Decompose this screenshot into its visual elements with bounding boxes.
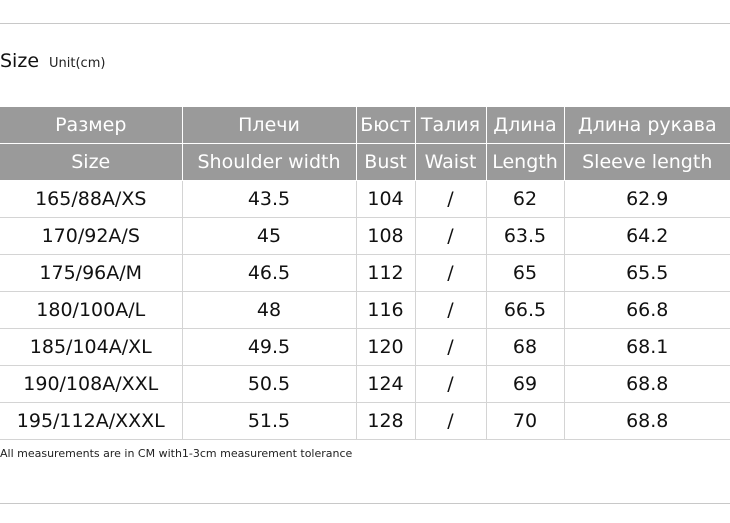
cell-size: 165/88A/XS	[0, 180, 183, 218]
cell-waist: /	[415, 180, 487, 218]
cell-waist: /	[415, 291, 487, 329]
cell-size: 185/104A/XL	[0, 328, 183, 366]
cell-shoulder: 50.5	[182, 365, 357, 403]
cell-size: 195/112A/XXXL	[0, 402, 183, 440]
table-row: 170/92A/S 45 108 / 63.5 64.2	[0, 217, 730, 255]
cell-waist: /	[415, 328, 487, 366]
cell-sleeve: 64.2	[564, 217, 730, 255]
cell-shoulder: 46.5	[182, 254, 357, 292]
col-header-length-en: Length	[486, 143, 565, 181]
cell-sleeve: 62.9	[564, 180, 730, 218]
cell-size: 175/96A/M	[0, 254, 183, 292]
cell-length: 63.5	[486, 217, 565, 255]
col-header-sleeve-en: Sleeve length	[564, 143, 730, 181]
table-row: 165/88A/XS 43.5 104 / 62 62.9	[0, 180, 730, 218]
col-header-length-ru: Длина	[486, 107, 565, 144]
top-divider	[0, 23, 730, 24]
cell-waist: /	[415, 402, 487, 440]
col-header-size-en: Size	[0, 143, 183, 181]
cell-bust: 116	[356, 291, 416, 329]
cell-shoulder: 48	[182, 291, 357, 329]
cell-waist: /	[415, 254, 487, 292]
col-header-waist-ru: Талия	[415, 107, 487, 144]
cell-bust: 104	[356, 180, 416, 218]
col-header-waist-en: Waist	[415, 143, 487, 181]
table-row: 175/96A/M 46.5 112 / 65 65.5	[0, 254, 730, 292]
size-chart-table: Размер Плечи Бюст Талия Длина Длина рука…	[0, 107, 730, 440]
col-header-shoulder-ru: Плечи	[182, 107, 357, 144]
cell-bust: 124	[356, 365, 416, 403]
tolerance-note: All measurements are in CM with1-3cm mea…	[0, 447, 353, 460]
table-row: 190/108A/XXL 50.5 124 / 69 68.8	[0, 365, 730, 403]
cell-sleeve: 68.8	[564, 365, 730, 403]
cell-shoulder: 51.5	[182, 402, 357, 440]
size-title: Size	[0, 50, 40, 72]
cell-bust: 128	[356, 402, 416, 440]
table-row: 185/104A/XL 49.5 120 / 68 68.1	[0, 328, 730, 366]
cell-waist: /	[415, 217, 487, 255]
cell-size: 190/108A/XXL	[0, 365, 183, 403]
cell-shoulder: 49.5	[182, 328, 357, 366]
cell-size: 180/100A/L	[0, 291, 183, 329]
size-heading: Size Unit(cm)	[0, 50, 105, 72]
cell-bust: 108	[356, 217, 416, 255]
cell-shoulder: 45	[182, 217, 357, 255]
table-row: 195/112A/XXXL 51.5 128 / 70 68.8	[0, 402, 730, 440]
col-header-sleeve-ru: Длина рукава	[564, 107, 730, 144]
bottom-divider	[0, 503, 730, 504]
cell-sleeve: 66.8	[564, 291, 730, 329]
cell-sleeve: 68.8	[564, 402, 730, 440]
cell-length: 62	[486, 180, 565, 218]
header-row-english: Size Shoulder width Bust Waist Length Sl…	[0, 143, 730, 181]
cell-shoulder: 43.5	[182, 180, 357, 218]
cell-sleeve: 65.5	[564, 254, 730, 292]
table-row: 180/100A/L 48 116 / 66.5 66.8	[0, 291, 730, 329]
cell-size: 170/92A/S	[0, 217, 183, 255]
col-header-size-ru: Размер	[0, 107, 183, 144]
cell-waist: /	[415, 365, 487, 403]
cell-bust: 112	[356, 254, 416, 292]
cell-length: 66.5	[486, 291, 565, 329]
cell-length: 70	[486, 402, 565, 440]
col-header-bust-en: Bust	[356, 143, 416, 181]
cell-sleeve: 68.1	[564, 328, 730, 366]
cell-length: 68	[486, 328, 565, 366]
cell-bust: 120	[356, 328, 416, 366]
header-row-russian: Размер Плечи Бюст Талия Длина Длина рука…	[0, 107, 730, 144]
col-header-shoulder-en: Shoulder width	[182, 143, 357, 181]
unit-label: Unit(cm)	[49, 56, 106, 71]
col-header-bust-ru: Бюст	[356, 107, 416, 144]
cell-length: 65	[486, 254, 565, 292]
cell-length: 69	[486, 365, 565, 403]
